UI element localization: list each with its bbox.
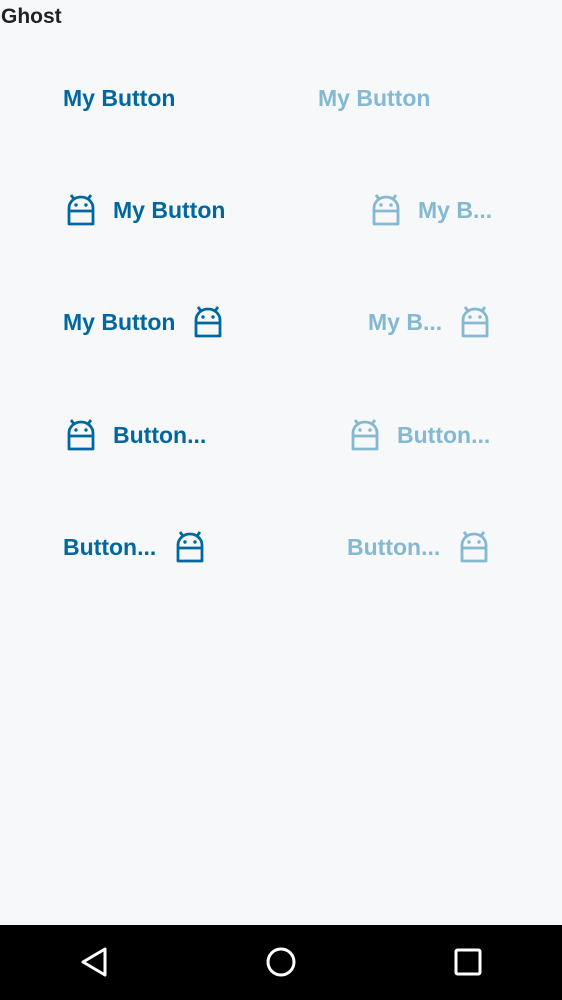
ghost-button-icon-right-truncated[interactable]: Button...	[63, 527, 206, 567]
button-label: My Button	[63, 308, 176, 335]
ghost-button-icon-right-truncated-disabled[interactable]: Button...	[347, 527, 490, 567]
recents-square-icon[interactable]	[450, 944, 486, 980]
ghost-button-icon-left[interactable]: My Button	[65, 190, 225, 230]
button-label: My B...	[368, 308, 443, 335]
button-label: Button...	[63, 533, 157, 560]
android-icon	[65, 194, 97, 226]
page-title: Ghost	[1, 5, 62, 28]
ghost-button-icon-left-truncated-disabled[interactable]: Button...	[349, 415, 490, 455]
button-label: My Button	[113, 196, 226, 223]
back-triangle-icon[interactable]	[76, 944, 112, 980]
android-icon	[459, 306, 491, 338]
system-navigation-bar	[0, 925, 562, 1000]
ghost-button-icon-right[interactable]: My Button	[63, 302, 224, 342]
ghost-button-icon-right-disabled[interactable]: My B...	[368, 302, 491, 342]
ghost-button-text-disabled[interactable]: My Button	[318, 78, 430, 118]
button-label: My Button	[63, 84, 176, 111]
android-icon	[192, 306, 224, 338]
android-icon	[65, 419, 97, 451]
android-icon	[458, 531, 490, 563]
button-label: My B...	[418, 196, 493, 223]
ghost-button-text[interactable]: My Button	[63, 78, 175, 118]
button-label: Button...	[113, 421, 207, 448]
button-label: My Button	[318, 84, 431, 111]
button-label: Button...	[347, 533, 441, 560]
ghost-button-icon-left-disabled[interactable]: My B...	[370, 190, 492, 230]
android-icon	[174, 531, 206, 563]
android-icon	[349, 419, 381, 451]
button-label: Button...	[397, 421, 491, 448]
ghost-button-icon-left-truncated[interactable]: Button...	[65, 415, 206, 455]
android-icon	[370, 194, 402, 226]
home-circle-icon[interactable]	[263, 944, 299, 980]
